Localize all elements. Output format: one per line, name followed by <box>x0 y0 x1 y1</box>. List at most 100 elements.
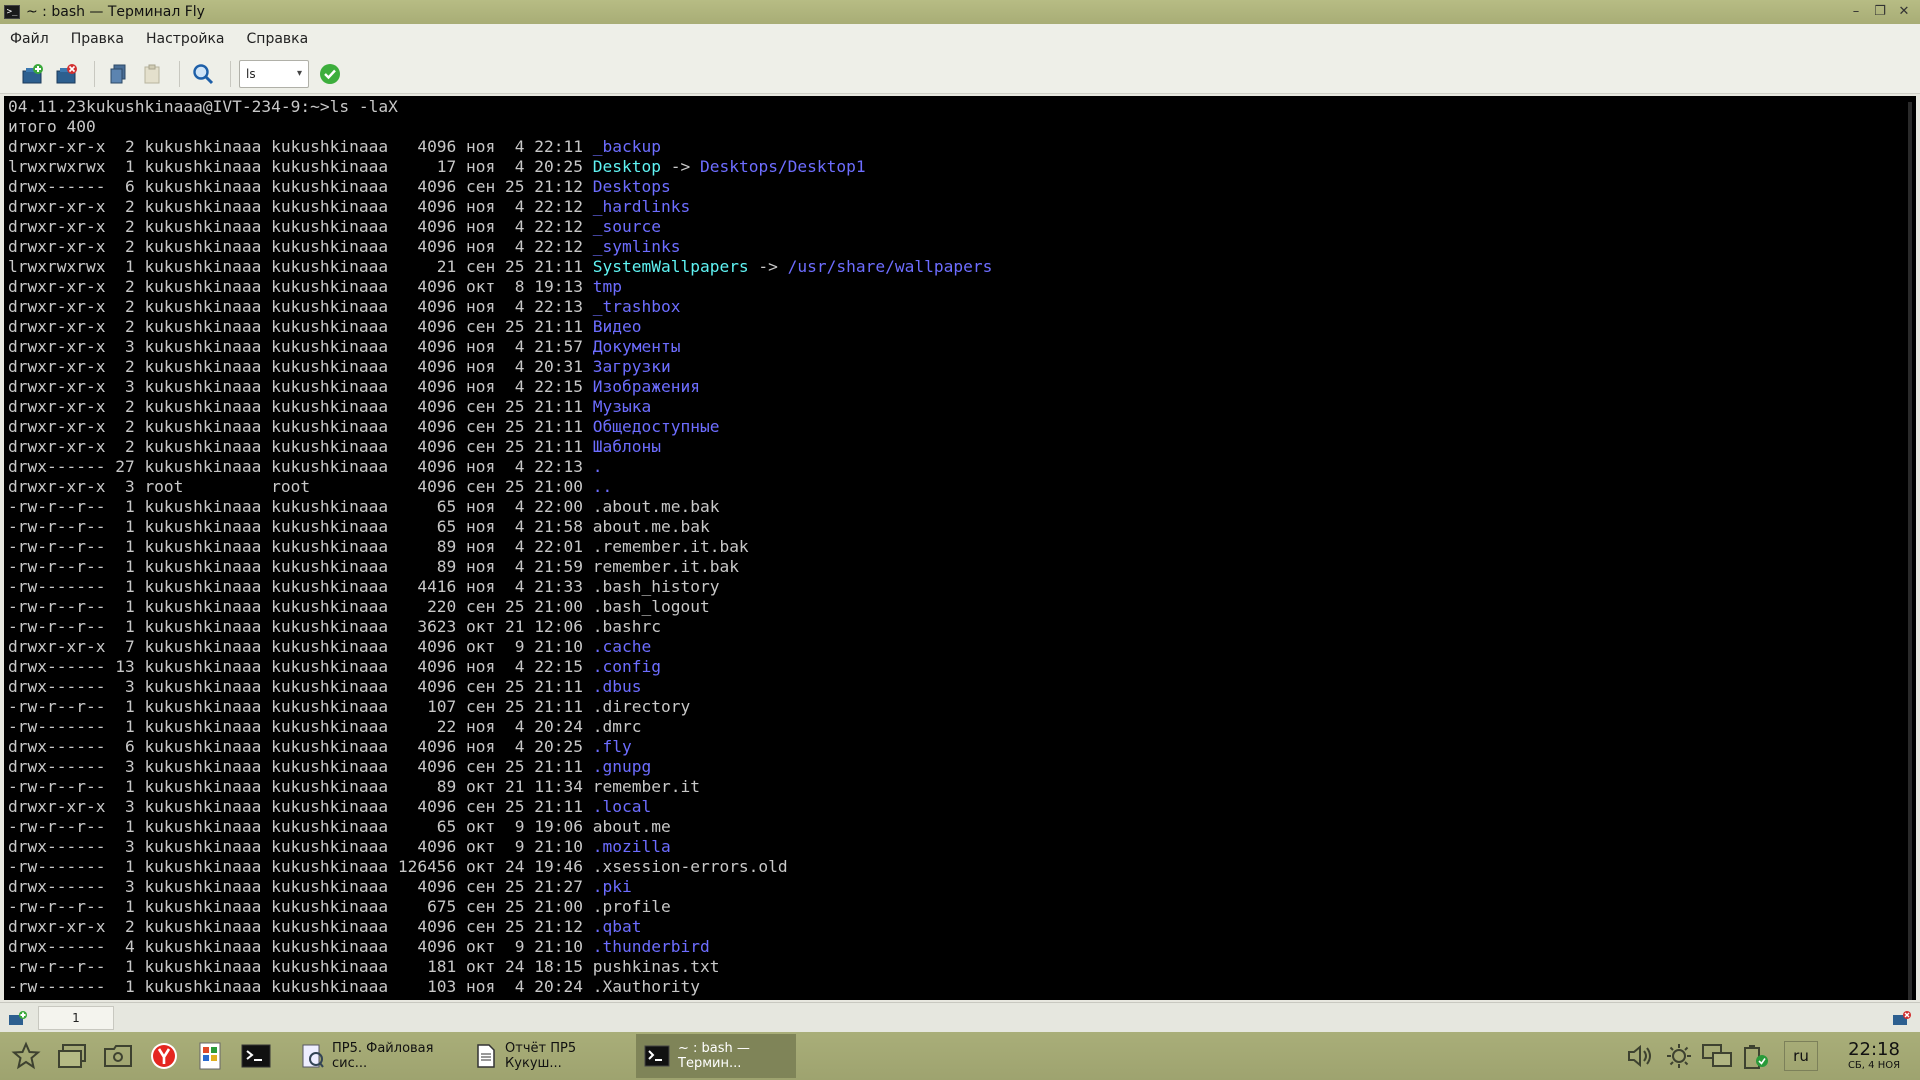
total-line: итого 400 <box>8 117 96 136</box>
entry-name: pushkinas.txt <box>592 957 720 976</box>
listing-row: -rw------- 1 kukushkinaaa kukushkinaaa 4… <box>8 577 1916 597</box>
listing-row: -rw-r--r-- 1 kukushkinaaa kukushkinaaa 6… <box>8 497 1916 517</box>
tab-1[interactable]: 1 <box>38 1005 114 1030</box>
restore-icon[interactable]: ❐ <box>1870 2 1890 22</box>
listing-row: drwx------ 3 kukushkinaaa kukushkinaaa 4… <box>8 877 1916 897</box>
listing-row: -rw-r--r-- 1 kukushkinaaa kukushkinaaa 8… <box>8 557 1916 577</box>
new-terminal-button[interactable] <box>18 59 48 89</box>
toolbar-separator <box>94 60 95 87</box>
listing-row: -rw-r--r-- 1 kukushkinaaa kukushkinaaa 3… <box>8 617 1916 637</box>
entry-meta: drwxr-xr-x 2 kukushkinaaa kukushkinaaa 4… <box>8 297 593 316</box>
entry-name: about.me.bak <box>592 517 710 536</box>
title-bar[interactable]: >_ ~ : bash — Терминал Fly – ❐ ✕ <box>0 0 1920 24</box>
entry-meta: -rw------- 1 kukushkinaaa kukushkinaaa 1… <box>8 857 593 876</box>
entry-name: Документы <box>592 337 681 356</box>
link-target: /usr/share/wallpapers <box>787 257 993 276</box>
terminal-output[interactable]: 04.11.23kukushkinaaa@IVT-234-9:~>ls -laX… <box>4 96 1916 1000</box>
menu-settings[interactable]: Настройка <box>146 31 225 47</box>
menu-edit[interactable]: Правка <box>71 31 124 47</box>
entry-meta: drwx------ 3 kukushkinaaa kukushkinaaa 4… <box>8 677 593 696</box>
close-icon[interactable]: ✕ <box>1894 2 1914 22</box>
network-button[interactable] <box>1698 1037 1736 1075</box>
yandex-browser-icon <box>151 1043 177 1069</box>
task-label: ПР5. Файловая сис... <box>332 1041 434 1071</box>
listing-row: drwxr-xr-x 2 kukushkinaaa kukushkinaaa 4… <box>8 397 1916 417</box>
listing-row: drwxr-xr-x 2 kukushkinaaa kukushkinaaa 4… <box>8 437 1916 457</box>
entry-name: Видео <box>592 317 642 336</box>
listing-row: drwxr-xr-x 2 kukushkinaaa kukushkinaaa 4… <box>8 237 1916 257</box>
terminal-tab-bar: 1 <box>0 1002 1920 1032</box>
entry-name: .fly <box>592 737 632 756</box>
entry-name: Desktops <box>592 177 671 196</box>
terminal-icon <box>644 1043 670 1069</box>
volume-button[interactable] <box>1622 1037 1660 1075</box>
task-label: Отчёт ПР5 Кукуш... <box>505 1041 577 1071</box>
entry-meta: drwx------ 27 kukushkinaaa kukushkinaaa … <box>8 457 593 476</box>
entry-meta: -rw-r--r-- 1 kukushkinaaa kukushkinaaa 8… <box>8 557 593 576</box>
chevron-down-icon: ▾ <box>296 68 302 79</box>
entry-meta: -rw-r--r-- 1 kukushkinaaa kukushkinaaa 1… <box>8 697 593 716</box>
new-tab-button[interactable] <box>4 1006 32 1030</box>
new-terminal-icon <box>22 63 43 83</box>
entry-meta: -rw-r--r-- 1 kukushkinaaa kukushkinaaa 8… <box>8 537 593 556</box>
entry-meta: lrwxrwxrwx 1 kukushkinaaa kukushkinaaa 2… <box>8 257 593 276</box>
listing-row: drwx------ 6 kukushkinaaa kukushkinaaa 4… <box>8 177 1916 197</box>
listing-row: -rw-r--r-- 1 kukushkinaaa kukushkinaaa 8… <box>8 537 1916 557</box>
entry-meta: -rw-r--r-- 1 kukushkinaaa kukushkinaaa 6… <box>8 517 593 536</box>
file-manager-button[interactable] <box>98 1036 138 1076</box>
battery-icon <box>1744 1045 1768 1069</box>
listing-row: drwx------ 3 kukushkinaaa kukushkinaaa 4… <box>8 677 1916 697</box>
entry-name: .bash_history <box>592 577 720 596</box>
listing-row: drwxr-xr-x 2 kukushkinaaa kukushkinaaa 4… <box>8 137 1916 157</box>
execute-button[interactable] <box>315 59 345 89</box>
close-terminal-button[interactable] <box>52 59 82 89</box>
office-button[interactable] <box>190 1036 230 1076</box>
terminal-launcher-button[interactable] <box>236 1036 276 1076</box>
yandex-browser-button[interactable] <box>144 1036 184 1076</box>
entry-name: .profile <box>592 897 671 916</box>
directory-listing: drwxr-xr-x 2 kukushkinaaa kukushkinaaa 4… <box>8 137 1916 997</box>
entry-meta: drwxr-xr-x 7 kukushkinaaa kukushkinaaa 4… <box>8 637 593 656</box>
search-button[interactable] <box>188 59 218 89</box>
entry-meta: drwxr-xr-x 2 kukushkinaaa kukushkinaaa 4… <box>8 137 593 156</box>
entry-name: .config <box>592 657 661 676</box>
command-combo[interactable]: ls ▾ <box>239 59 309 88</box>
menu-file[interactable]: Файл <box>10 31 49 47</box>
entry-name: Desktop <box>592 157 661 176</box>
network-icon <box>1702 1044 1732 1067</box>
entry-meta: -rw-r--r-- 1 kukushkinaaa kukushkinaaa 2… <box>8 597 593 616</box>
task-terminal[interactable]: ~ : bash — Термин... <box>636 1034 796 1078</box>
desktops-button[interactable] <box>52 1036 92 1076</box>
battery-button[interactable] <box>1736 1037 1774 1075</box>
window-controls: – ❐ ✕ <box>1846 2 1920 22</box>
link-target: Desktops/Desktop1 <box>699 157 866 176</box>
close-tab-button[interactable] <box>1890 1006 1914 1030</box>
entry-name: .bash_logout <box>592 597 710 616</box>
window-title: ~ : bash — Терминал Fly <box>26 4 205 20</box>
desktops-icon <box>58 1044 86 1068</box>
copy-button[interactable] <box>103 59 133 89</box>
paste-button[interactable] <box>137 59 167 89</box>
execute-icon <box>320 63 340 84</box>
clock-date: СБ, 4 НОЯ <box>1847 1060 1901 1071</box>
listing-row: -rw------- 1 kukushkinaaa kukushkinaaa 1… <box>8 857 1916 877</box>
task-label: ~ : bash — Термин... <box>678 1041 750 1071</box>
menu-help[interactable]: Справка <box>247 31 309 47</box>
keyboard-layout[interactable]: ru <box>1784 1041 1818 1071</box>
paste-icon <box>144 64 160 83</box>
brightness-button[interactable] <box>1660 1037 1698 1075</box>
terminal-scrollbar[interactable] <box>1908 102 1912 1000</box>
task-pr5-viewer[interactable]: ПР5. Файловая сис... <box>292 1034 460 1078</box>
listing-row: drwx------ 3 kukushkinaaa kukushkinaaa 4… <box>8 757 1916 777</box>
start-menu-button[interactable] <box>6 1036 46 1076</box>
entry-meta: drwx------ 4 kukushkinaaa kukushkinaaa 4… <box>8 937 593 956</box>
command: ls -laX <box>329 97 398 116</box>
taskbar: ПР5. Файловая сис... Отчёт ПР5 Кукуш... … <box>0 1032 1920 1080</box>
minimize-icon[interactable]: – <box>1846 2 1866 22</box>
listing-row: -rw-r--r-- 1 kukushkinaaa kukushkinaaa 6… <box>8 517 1916 537</box>
entry-meta: -rw-r--r-- 1 kukushkinaaa kukushkinaaa 3… <box>8 617 593 636</box>
task-report-document[interactable]: Отчёт ПР5 Кукуш... <box>466 1034 630 1078</box>
entry-meta: drwxr-xr-x 3 root root 4096 сен 25 21:00 <box>8 477 593 496</box>
entry-name: _source <box>592 217 661 236</box>
clock[interactable]: 22:18 СБ, 4 НОЯ <box>1828 1040 1920 1072</box>
